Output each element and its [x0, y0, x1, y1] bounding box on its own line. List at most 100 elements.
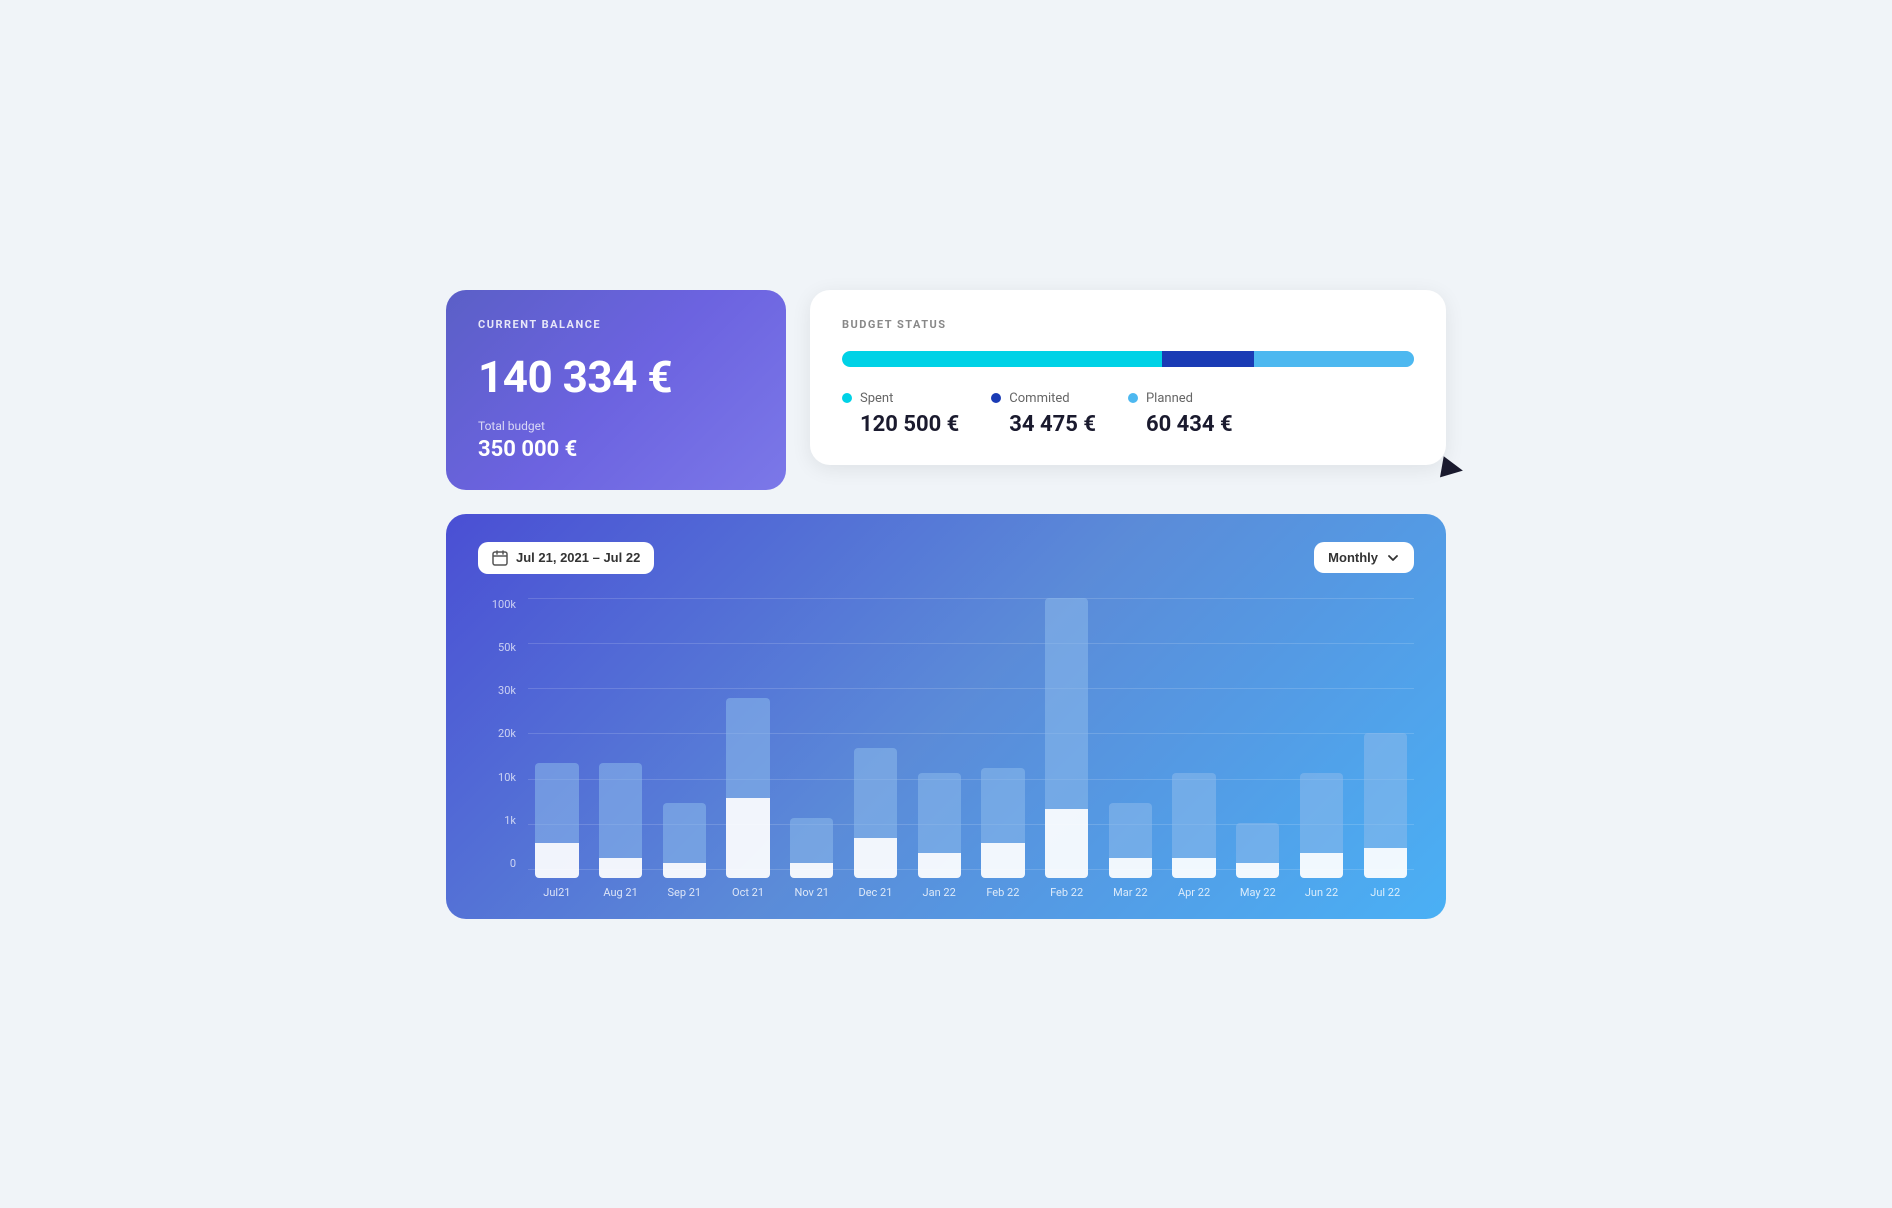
- x-label: Jul21: [528, 886, 586, 899]
- bar-segment-white: [663, 863, 706, 878]
- budget-legend: Spent 120 500 € Commited 34 475 €: [842, 391, 1414, 437]
- bar-segment-white: [854, 838, 897, 878]
- total-budget-amount: 350 000 €: [478, 437, 754, 462]
- bar-segment-light: [1109, 803, 1152, 858]
- bar-segment-light: [599, 763, 642, 858]
- bar-segment-light: [1236, 823, 1279, 863]
- y-label-100k: 100k: [478, 598, 516, 611]
- planned-value: 60 434 €: [1128, 412, 1233, 437]
- bar-segment-light: [854, 748, 897, 838]
- y-label-50k: 50k: [478, 641, 516, 654]
- cursor-arrow: ▶: [1440, 448, 1467, 484]
- bar-segment-light: [1364, 733, 1407, 848]
- bar-group: [1038, 598, 1096, 878]
- bar-segment-white: [981, 843, 1024, 878]
- bar-group: [719, 598, 777, 878]
- bar-group: [592, 598, 650, 878]
- bar-group: [1101, 598, 1159, 878]
- legend-item-planned: Planned 60 434 €: [1128, 391, 1233, 437]
- bar-group: [655, 598, 713, 878]
- x-label: Feb 22: [974, 886, 1032, 899]
- bar-group: [847, 598, 905, 878]
- x-label: Sep 21: [655, 886, 713, 899]
- bar-segment-light: [663, 803, 706, 863]
- spent-dot: [842, 393, 852, 403]
- bar-group: [1293, 598, 1351, 878]
- chevron-down-icon: [1386, 551, 1400, 565]
- x-label: Nov 21: [783, 886, 841, 899]
- bar-segment-white: [918, 853, 961, 878]
- monthly-button[interactable]: Monthly: [1314, 542, 1414, 573]
- bars-container: Jul21 Aug 21 Sep 21 Oct 21 Nov 21 Dec 21 Jan 2…: [528, 598, 1414, 899]
- bar-segment-light: [981, 768, 1024, 843]
- y-label-20k: 20k: [478, 727, 516, 740]
- bar-segment-white: [1300, 853, 1343, 878]
- progress-planned: [1254, 351, 1414, 367]
- top-row: CURRENT BALANCE 140 334 € Total budget 3…: [446, 290, 1446, 490]
- y-label-0: 0: [478, 857, 516, 870]
- total-budget-label: Total budget: [478, 419, 754, 433]
- progress-spent: [842, 351, 1162, 367]
- bar-segment-white: [1236, 863, 1279, 878]
- committed-value: 34 475 €: [991, 412, 1096, 437]
- bar-segment-light: [1172, 773, 1215, 858]
- spent-value: 120 500 €: [842, 412, 959, 437]
- y-label-1k: 1k: [478, 814, 516, 827]
- x-label: Jun 22: [1293, 886, 1351, 899]
- balance-main-amount: 140 334 €: [478, 351, 754, 403]
- bar-segment-light: [1300, 773, 1343, 853]
- bar-segment-white: [1045, 809, 1088, 878]
- planned-dot: [1128, 393, 1138, 403]
- bar-group: [783, 598, 841, 878]
- x-label: Oct 21: [719, 886, 777, 899]
- bar-segment-white: [726, 798, 769, 878]
- bar-segment-white: [1109, 858, 1152, 878]
- bar-group: [974, 598, 1032, 878]
- x-labels: Jul21 Aug 21 Sep 21 Oct 21 Nov 21 Dec 21 Jan 2…: [528, 886, 1414, 899]
- bar-segment-light: [535, 763, 578, 843]
- x-label: Feb 22: [1038, 886, 1096, 899]
- x-label: Apr 22: [1165, 886, 1223, 899]
- x-label: May 22: [1229, 886, 1287, 899]
- x-label: Jul 22: [1356, 886, 1414, 899]
- budget-card-title: BUDGET STATUS: [842, 318, 1414, 331]
- x-label: Aug 21: [592, 886, 650, 899]
- bar-group: [1356, 598, 1414, 878]
- bar-segment-light: [790, 818, 833, 863]
- x-label: Jan 22: [910, 886, 968, 899]
- date-range-button[interactable]: Jul 21, 2021 – Jul 22: [478, 542, 654, 574]
- balance-card: CURRENT BALANCE 140 334 € Total budget 3…: [446, 290, 786, 490]
- chart-header: Jul 21, 2021 – Jul 22 Monthly: [478, 542, 1414, 574]
- dashboard: CURRENT BALANCE 140 334 € Total budget 3…: [446, 290, 1446, 919]
- planned-label: Planned: [1146, 391, 1193, 406]
- progress-committed: [1162, 351, 1254, 367]
- date-range-label: Jul 21, 2021 – Jul 22: [516, 550, 640, 565]
- y-label-30k: 30k: [478, 684, 516, 697]
- bar-segment-white: [535, 843, 578, 878]
- spent-label: Spent: [860, 391, 893, 406]
- bar-segment-light: [1045, 598, 1088, 809]
- chart-area: 100k 50k 30k 20k 10k 1k 0: [478, 598, 1414, 899]
- bar-group: [528, 598, 586, 878]
- bar-segment-white: [1172, 858, 1215, 878]
- committed-label: Commited: [1009, 391, 1069, 406]
- bar-segment-white: [599, 858, 642, 878]
- bar-segment-white: [790, 863, 833, 878]
- y-label-10k: 10k: [478, 771, 516, 784]
- bar-segment-light: [726, 698, 769, 798]
- legend-item-committed: Commited 34 475 €: [991, 391, 1096, 437]
- chart-card: Jul 21, 2021 – Jul 22 Monthly 100k 50k 3…: [446, 514, 1446, 919]
- monthly-label: Monthly: [1328, 550, 1378, 565]
- legend-item-spent: Spent 120 500 €: [842, 391, 959, 437]
- calendar-icon: [492, 550, 508, 566]
- x-label: Mar 22: [1101, 886, 1159, 899]
- budget-card: BUDGET STATUS Spent 120 500 €: [810, 290, 1446, 465]
- bars-row: [528, 598, 1414, 878]
- bar-group: [910, 598, 968, 878]
- budget-progress-track: [842, 351, 1414, 367]
- y-axis: 100k 50k 30k 20k 10k 1k 0: [478, 598, 528, 899]
- bar-group: [1165, 598, 1223, 878]
- bar-group: [1229, 598, 1287, 878]
- balance-card-title: CURRENT BALANCE: [478, 318, 754, 331]
- x-label: Dec 21: [847, 886, 905, 899]
